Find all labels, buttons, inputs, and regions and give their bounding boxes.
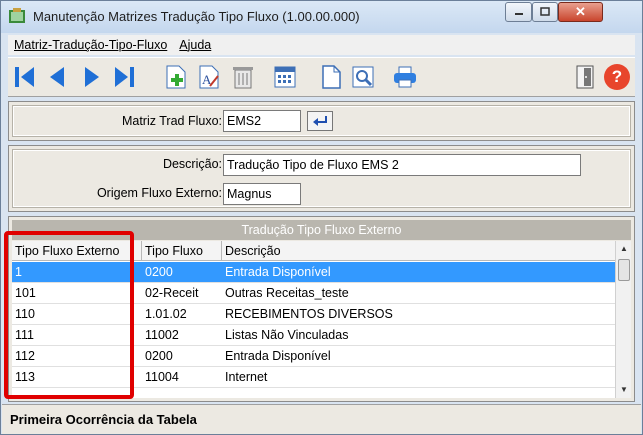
cell-tipo-fluxo: 0200 [145, 349, 173, 363]
detail-panel: Descrição: Tradução Tipo de Fluxo EMS 2 … [8, 145, 635, 212]
origem-label: Origem Fluxo Externo: [96, 186, 222, 200]
previous-icon[interactable] [44, 64, 70, 90]
status-bar: Primeira Ocorrência da Tabela [2, 404, 641, 434]
toolbar: A ? [8, 57, 635, 97]
cell-descricao: Entrada Disponível [225, 349, 331, 363]
origem-field[interactable]: Magnus [223, 183, 301, 205]
scroll-thumb[interactable] [618, 259, 630, 281]
first-icon[interactable] [12, 64, 38, 90]
next-icon[interactable] [79, 64, 105, 90]
edit-icon[interactable]: A [196, 64, 222, 90]
minimize-icon [514, 13, 523, 15]
maximize-icon [540, 7, 550, 16]
maximize-button[interactable] [532, 2, 558, 22]
close-icon: ✕ [575, 4, 586, 19]
cell-tipo-fluxo: 11004 [145, 370, 179, 384]
app-icon [9, 8, 25, 23]
calendar-icon[interactable] [272, 64, 298, 90]
minimize-button[interactable] [505, 2, 532, 22]
column-header-descricao[interactable]: Descrição [222, 241, 615, 261]
vertical-scrollbar[interactable]: ▲ ▼ [615, 241, 631, 398]
preview-icon[interactable] [350, 64, 376, 90]
cell-descricao: Entrada Disponível [225, 265, 331, 279]
cell-descricao: Internet [225, 370, 268, 384]
cell-tipo-fluxo: 0200 [145, 265, 173, 279]
cell-tipo-fluxo: 11002 [145, 328, 179, 342]
descricao-label: Descrição: [162, 157, 222, 171]
cell-descricao: Outras Receitas_teste [225, 286, 349, 300]
matriz-label: Matriz Trad Fluxo: [121, 114, 222, 128]
title-bar: Manutenção Matrizes Tradução Tipo Fluxo … [1, 1, 642, 33]
close-button[interactable]: ✕ [558, 2, 603, 22]
scroll-up-icon[interactable]: ▲ [616, 241, 632, 257]
help-icon[interactable]: ? [604, 64, 630, 90]
window-title: Manutenção Matrizes Tradução Tipo Fluxo … [33, 9, 360, 24]
cell-descricao: Listas Não Vinculadas [225, 328, 349, 342]
cell-tipo-fluxo: 1.01.02 [145, 307, 187, 321]
menu-ajuda[interactable]: Ajuda [173, 38, 217, 52]
menu-bar: Matriz-Tradução-Tipo-Fluxo Ajuda [8, 35, 635, 55]
matriz-field[interactable]: EMS2 [223, 110, 301, 132]
matriz-panel: Matriz Trad Fluxo: EMS2 [8, 101, 635, 141]
column-header-tipo-fluxo[interactable]: Tipo Fluxo [142, 241, 222, 261]
last-icon[interactable] [111, 64, 137, 90]
menu-matriz[interactable]: Matriz-Tradução-Tipo-Fluxo [8, 38, 173, 52]
add-icon[interactable] [163, 64, 189, 90]
descricao-field[interactable]: Tradução Tipo de Fluxo EMS 2 [223, 154, 581, 176]
annotation-highlight-box [4, 231, 134, 399]
go-button[interactable] [307, 111, 333, 131]
cell-tipo-fluxo: 02-Receit [145, 286, 199, 300]
document-icon[interactable] [318, 64, 344, 90]
enter-icon [313, 116, 327, 126]
delete-icon[interactable] [230, 64, 256, 90]
exit-door-icon[interactable] [572, 64, 598, 90]
print-icon[interactable] [392, 64, 418, 90]
app-window: Manutenção Matrizes Tradução Tipo Fluxo … [0, 0, 643, 435]
cell-descricao: RECEBIMENTOS DIVERSOS [225, 307, 393, 321]
scroll-down-icon[interactable]: ▼ [616, 382, 632, 398]
